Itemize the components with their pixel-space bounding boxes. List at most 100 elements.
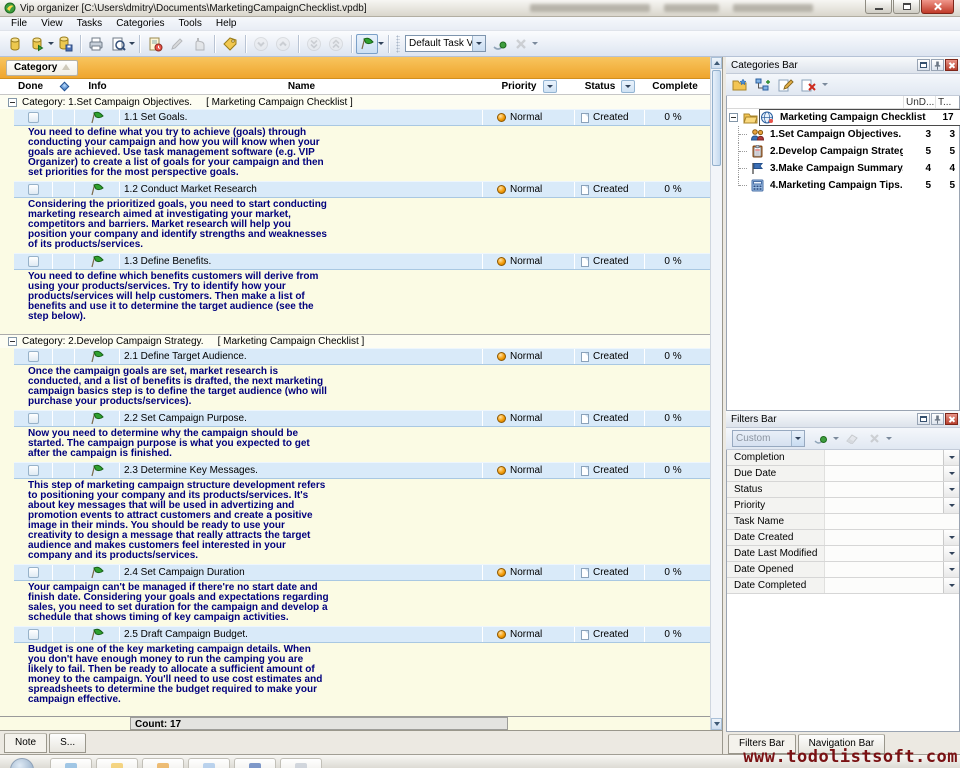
priority-cell[interactable]: Normal [483,463,575,478]
move-up-button[interactable] [272,34,294,54]
taskbar-button[interactable] [280,758,322,768]
task-row[interactable]: 2.5 Draft Campaign Budget. Normal Create… [14,626,710,643]
edit-category-button[interactable] [776,75,796,95]
print-button[interactable] [85,34,107,54]
filter-dropdown-button[interactable] [943,498,959,513]
filter-dropdown-button[interactable] [943,530,959,545]
task-view-button[interactable] [356,34,378,54]
new-category-button[interactable] [730,75,750,95]
filter-preset-combo[interactable]: Custom [732,430,805,447]
status-cell[interactable]: Created [575,349,645,364]
save-database-button[interactable] [54,34,76,54]
status-cell[interactable]: Created [575,254,645,269]
filter-value[interactable] [825,578,943,593]
minimize-button[interactable] [865,0,892,14]
column-priority[interactable]: Priority [483,80,575,93]
priority-cell[interactable]: Normal [483,349,575,364]
start-orb[interactable] [10,758,34,768]
tree-item-tips[interactable]: 4.Marketing Campaign Tips. 5 5 [727,177,959,194]
clear-filter-button[interactable] [842,429,862,449]
filter-value[interactable] [825,498,943,513]
collapse-icon[interactable] [8,337,17,346]
move-bottom-button[interactable] [303,34,325,54]
done-checkbox[interactable] [28,567,39,578]
taskbar-button[interactable] [234,758,276,768]
done-checkbox[interactable] [28,112,39,123]
done-checkbox[interactable] [28,256,39,267]
priority-filter-button[interactable] [543,80,557,93]
priority-cell[interactable]: Normal [483,254,575,269]
column-undone[interactable]: UnD... [903,96,935,108]
maximize-button[interactable] [893,0,920,14]
filter-dropdown-button[interactable] [943,450,959,465]
status-cell[interactable]: Created [575,182,645,197]
taskbar-button[interactable] [50,758,92,768]
assign-task-button[interactable] [188,34,210,54]
panel-close-button[interactable] [945,413,958,425]
panel-restore-button[interactable] [917,413,930,425]
move-down-button[interactable] [250,34,272,54]
task-row[interactable]: 1.3 Define Benefits. Normal Created 0 % [14,253,710,270]
panel-close-button[interactable] [945,59,958,71]
filter-value[interactable] [825,466,943,481]
filter-dropdown-button[interactable] [943,546,959,561]
apply-filter-button[interactable] [810,429,830,449]
collapse-icon[interactable] [729,113,738,122]
task-row[interactable]: 2.4 Set Campaign Duration Normal Created… [14,564,710,581]
scroll-up-button[interactable] [711,57,722,69]
menu-tools[interactable]: Tools [172,17,209,30]
priority-cell[interactable]: Normal [483,627,575,642]
done-checkbox[interactable] [28,413,39,424]
priority-cell[interactable]: Normal [483,411,575,426]
new-task-button[interactable] [144,34,166,54]
column-total[interactable]: T... [935,96,959,108]
status-cell[interactable]: Created [575,411,645,426]
column-status[interactable]: Status [575,80,645,93]
open-database-button[interactable] [26,34,48,54]
toolbar-drag-handle[interactable] [396,35,400,53]
tree-item-checklist[interactable]: Marketing Campaign Checklist 17 17 [727,109,959,126]
filter-value[interactable] [825,562,943,577]
combo-dropdown-button[interactable] [791,431,804,446]
filter-dropdown-button[interactable] [943,466,959,481]
taskbar-button[interactable] [96,758,138,768]
collapse-icon[interactable] [8,98,17,107]
filter-value[interactable] [825,514,959,529]
group-by-category-chip[interactable]: Category [6,60,78,76]
close-button[interactable] [921,0,954,14]
tag-button[interactable] [219,34,241,54]
menu-view[interactable]: View [34,17,70,30]
filter-value[interactable] [825,450,943,465]
menu-file[interactable]: File [4,17,34,30]
taskbar-button[interactable] [188,758,230,768]
task-list-scrollbar[interactable] [710,57,722,730]
column-priority-flag[interactable] [53,83,75,90]
print-preview-button[interactable] [107,34,129,54]
scroll-down-button[interactable] [711,718,722,730]
panel-pin-button[interactable] [931,59,944,71]
filter-dropdown-button[interactable] [943,562,959,577]
task-row[interactable]: 1.1 Set Goals. Normal Created 0 % [14,109,710,126]
done-checkbox[interactable] [28,629,39,640]
status-cell[interactable]: Created [575,463,645,478]
filter-value[interactable] [825,546,943,561]
new-subcategory-button[interactable] [753,75,773,95]
done-checkbox[interactable] [28,184,39,195]
tree-item-summary[interactable]: 3.Make Campaign Summary. 4 4 [727,160,959,177]
category-group-row[interactable]: Category: 1.Set Campaign Objectives. [ M… [0,95,710,109]
edit-task-button[interactable] [166,34,188,54]
status-cell[interactable]: Created [575,565,645,580]
panel-pin-button[interactable] [931,413,944,425]
combo-dropdown-button[interactable] [472,36,485,51]
tab-note[interactable]: Note [4,733,47,753]
task-row[interactable]: 2.1 Define Target Audience. Normal Creat… [14,348,710,365]
category-group-row[interactable]: Category: 2.Develop Campaign Strategy. [… [0,334,710,348]
filter-dropdown-button[interactable] [943,482,959,497]
done-checkbox[interactable] [28,351,39,362]
task-row[interactable]: 2.2 Set Campaign Purpose. Normal Created… [14,410,710,427]
print-dropdown-icon[interactable] [129,42,135,45]
remove-filter-button[interactable] [865,429,883,449]
filter-value[interactable] [825,482,943,497]
clear-view-button[interactable] [510,34,532,54]
filter-dropdown-icon[interactable] [833,437,839,440]
